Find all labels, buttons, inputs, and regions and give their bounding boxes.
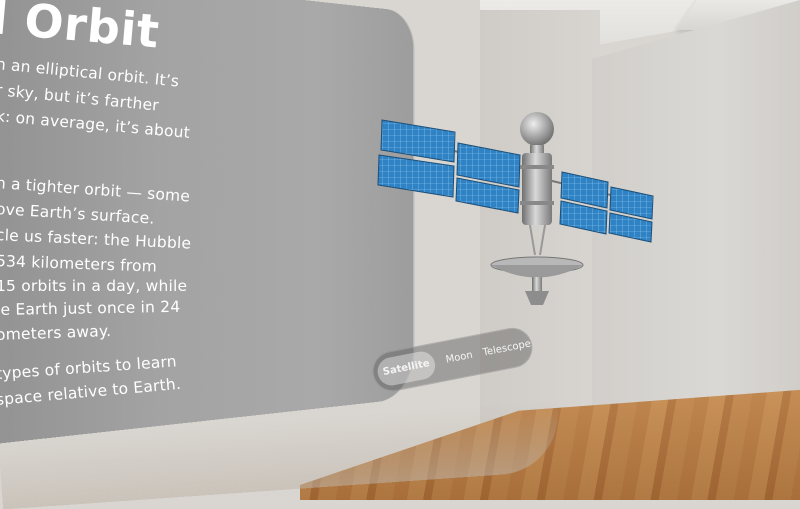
segment-satellite[interactable]: Satellite bbox=[375, 349, 438, 388]
satellite-icon bbox=[377, 112, 654, 305]
paragraph-2-line-5: 15 orbits in a day, while bbox=[0, 277, 188, 295]
segment-telescope[interactable]: Telescope bbox=[480, 331, 532, 368]
satellite-model[interactable] bbox=[370, 105, 670, 320]
segment-moon[interactable]: Moon bbox=[435, 340, 484, 376]
paragraph-2-line-6: le Earth just once in 24 bbox=[0, 297, 181, 319]
